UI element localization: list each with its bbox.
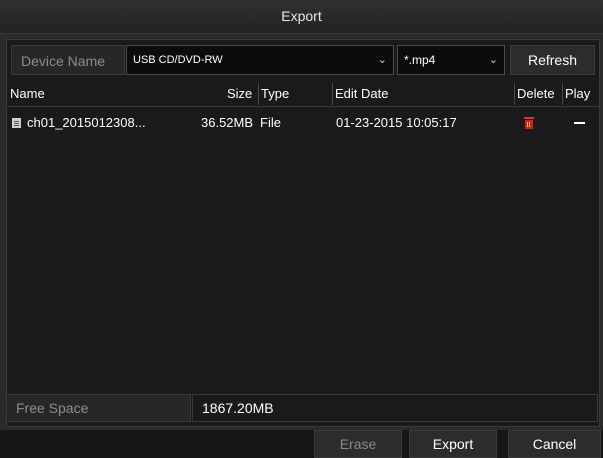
file-edit-date: 01-23-2015 10:05:17: [336, 115, 457, 130]
trash-icon[interactable]: [524, 117, 534, 129]
chevron-down-icon: ⌄: [488, 54, 498, 66]
column-header-play: Play: [562, 83, 590, 105]
column-header-delete: Delete: [514, 83, 555, 105]
device-select[interactable]: USB CD/DVD-RW ⌄: [126, 45, 394, 75]
dialog-footer: Erase Export Cancel: [0, 430, 603, 458]
file-type: File: [260, 115, 281, 130]
table-header: Name Size Type Edit Date Delete Play: [7, 83, 599, 105]
file-size: 36.52MB: [201, 115, 254, 130]
file-type-select[interactable]: *.mp4 ⌄: [397, 45, 505, 75]
free-space-value: 1867.20MB: [192, 394, 598, 422]
export-panel: Device Name USB CD/DVD-RW ⌄ *.mp4 ⌄ Refr…: [6, 39, 600, 427]
export-button[interactable]: Export: [409, 430, 497, 458]
file-list: ch01_2015012308... 36.52MB File 01-23-20…: [7, 106, 599, 423]
column-header-type[interactable]: Type: [258, 83, 289, 105]
table-row[interactable]: ch01_2015012308... 36.52MB File 01-23-20…: [7, 112, 599, 134]
column-header-size[interactable]: Size: [227, 83, 252, 105]
refresh-button[interactable]: Refresh: [510, 45, 595, 75]
device-select-value: USB CD/DVD-RW: [133, 54, 223, 66]
device-name-label: Device Name: [11, 45, 125, 75]
cancel-button[interactable]: Cancel: [508, 430, 601, 458]
device-row: Device Name USB CD/DVD-RW ⌄ *.mp4 ⌄ Refr…: [7, 40, 599, 80]
free-space-row: Free Space 1867.20MB: [6, 394, 598, 422]
free-space-label: Free Space: [6, 394, 191, 422]
column-header-edit-date[interactable]: Edit Date: [332, 83, 388, 105]
file-name: ch01_2015012308...: [27, 115, 146, 130]
chevron-down-icon: ⌄: [377, 54, 387, 66]
erase-button[interactable]: Erase: [314, 430, 402, 458]
dialog-title: Export: [0, 0, 603, 34]
column-header-name[interactable]: Name: [10, 83, 45, 105]
file-icon: [12, 118, 21, 128]
file-type-select-value: *.mp4: [404, 53, 436, 67]
dash-icon[interactable]: [574, 122, 585, 124]
